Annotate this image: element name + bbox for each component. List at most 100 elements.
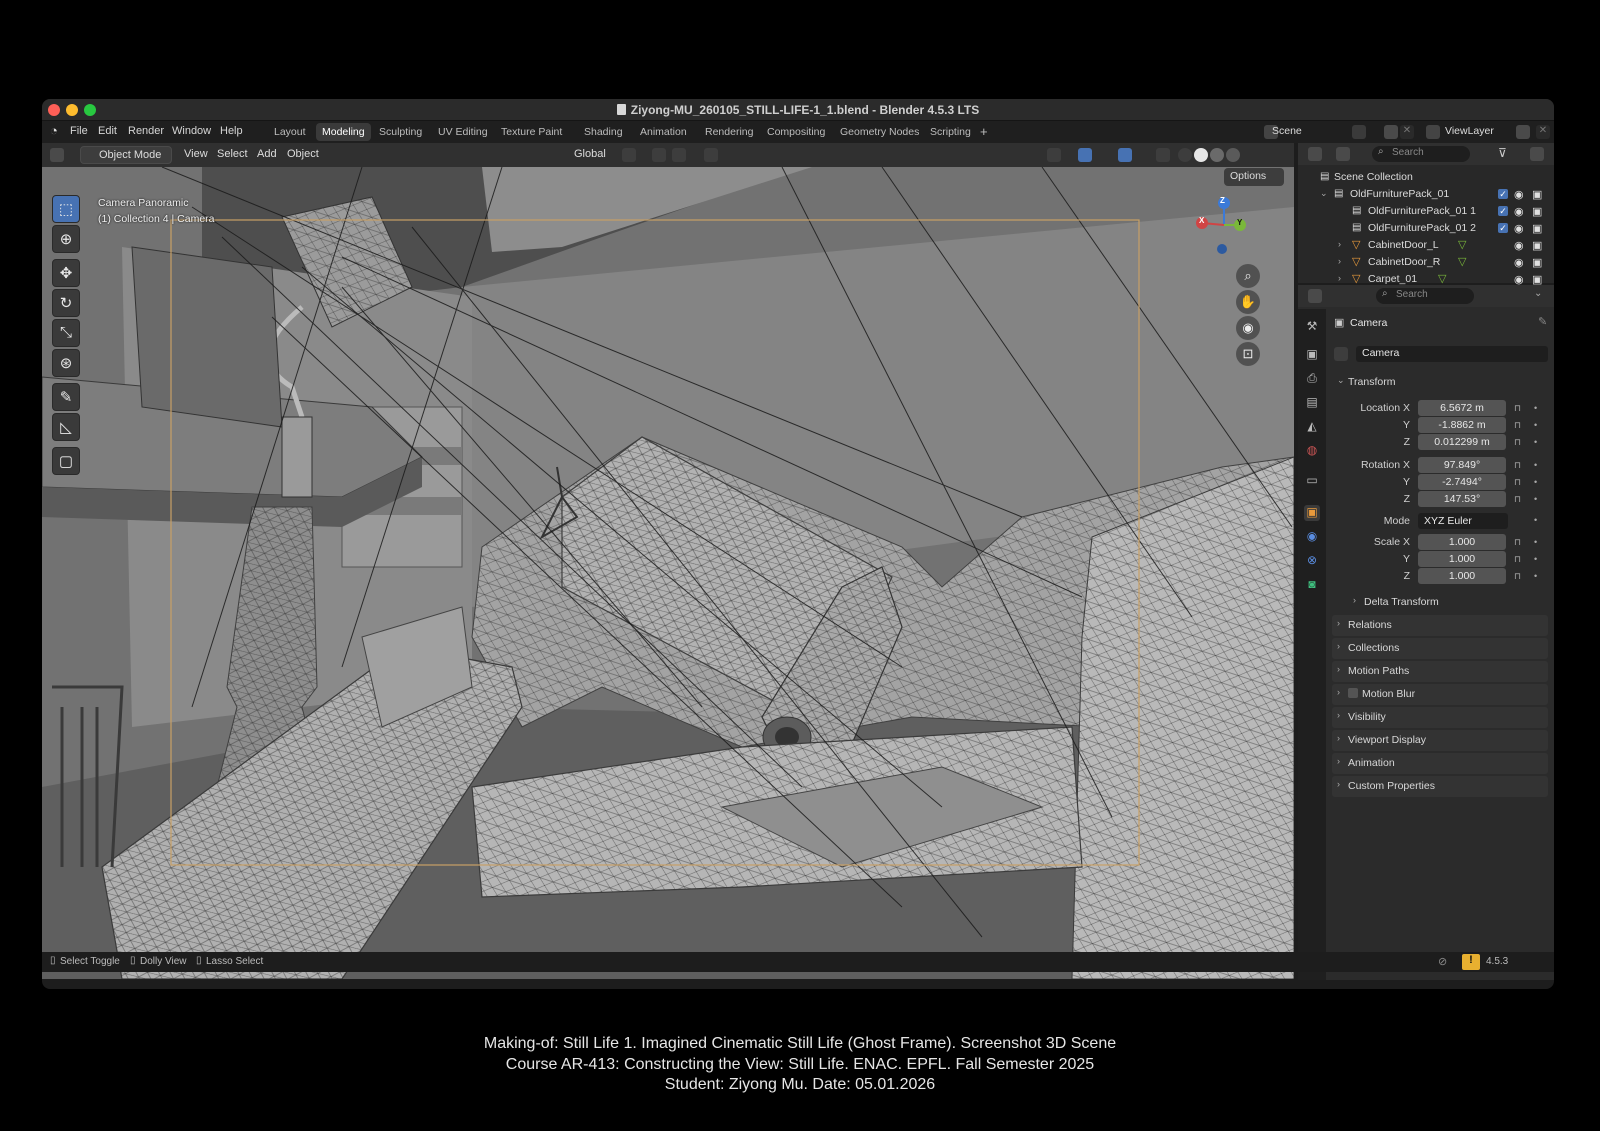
transform-orientation-selector[interactable]: Global: [552, 146, 611, 164]
view-layer-selector[interactable]: ViewLayer: [1440, 123, 1520, 141]
tab-rendering[interactable]: Rendering: [699, 123, 759, 141]
transform-panel-header[interactable]: ⌄ Transform: [1332, 372, 1548, 393]
select-box-tool[interactable]: ⬚: [52, 195, 80, 223]
outliner-row-collection[interactable]: ▤ OldFurniturePack_01 2 ✓ ◉ ▣: [1298, 220, 1554, 237]
material-shading-icon[interactable]: [1210, 148, 1224, 162]
lock-rotation-y-icon[interactable]: ⊓: [1514, 477, 1521, 488]
pivot-point-icon[interactable]: [622, 148, 636, 162]
view-layer-icon[interactable]: [1426, 125, 1440, 139]
motion-blur-checkbox[interactable]: [1348, 688, 1358, 698]
eye-icon[interactable]: ◉: [1514, 222, 1524, 235]
outliner-row-object[interactable]: › ▽ CabinetDoor_L ▽ ◉ ▣: [1298, 237, 1554, 254]
tab-animation[interactable]: Animation: [634, 123, 693, 141]
tab-scripting[interactable]: Scripting: [924, 123, 977, 141]
outliner-row-scene-collection[interactable]: ▤ Scene Collection: [1298, 169, 1554, 186]
rotation-mode-select[interactable]: XYZ Euler: [1418, 513, 1508, 529]
menu-help[interactable]: Help: [220, 125, 243, 137]
overlay-toggle-icon[interactable]: [1118, 148, 1132, 162]
chevron-right-icon[interactable]: ›: [1338, 273, 1341, 283]
display-mode-icon[interactable]: [1336, 147, 1350, 161]
tab-texture-paint[interactable]: Texture Paint: [495, 123, 568, 141]
keyframe-dot-icon[interactable]: •: [1534, 571, 1537, 581]
lock-location-x-icon[interactable]: ⊓: [1514, 403, 1521, 414]
rotation-y-field[interactable]: -2.7494°: [1418, 474, 1506, 490]
rotate-tool[interactable]: ↻: [52, 289, 80, 317]
tab-geometry-nodes[interactable]: Geometry Nodes: [834, 123, 925, 141]
collection-tab-icon[interactable]: ▭: [1304, 473, 1320, 489]
viewport-menu-select[interactable]: Select: [212, 146, 253, 164]
collections-panel[interactable]: › Collections: [1332, 638, 1548, 659]
visibility-panel[interactable]: › Visibility: [1332, 707, 1548, 728]
location-z-field[interactable]: 0.012299 m: [1418, 434, 1506, 450]
new-view-layer-icon[interactable]: [1516, 125, 1530, 139]
animation-panel[interactable]: › Animation: [1332, 753, 1548, 774]
tool-tab-icon[interactable]: ⚒: [1304, 319, 1320, 335]
exclude-checkbox[interactable]: ✓: [1498, 206, 1508, 216]
delete-scene-icon[interactable]: ✕: [1400, 125, 1414, 139]
delete-view-layer-icon[interactable]: ✕: [1536, 125, 1550, 139]
menu-render[interactable]: Render: [128, 125, 164, 137]
rendered-shading-icon[interactable]: [1226, 148, 1240, 162]
render-camera-icon[interactable]: ▣: [1532, 188, 1542, 201]
location-y-field[interactable]: -1.8862 m: [1418, 417, 1506, 433]
chevron-right-icon[interactable]: ›: [1338, 256, 1341, 266]
warning-icon[interactable]: !: [1462, 954, 1480, 970]
tab-sculpting[interactable]: Sculpting: [373, 123, 428, 141]
scene-tab-icon[interactable]: ◭: [1304, 419, 1320, 435]
viewport-menu-object[interactable]: Object: [282, 146, 324, 164]
location-x-field[interactable]: 6.5672 m: [1418, 400, 1506, 416]
rotation-x-field[interactable]: 97.849°: [1418, 457, 1506, 473]
options-dropdown[interactable]: Options: [1224, 168, 1284, 186]
gizmo-toggle-icon[interactable]: [1078, 148, 1092, 162]
outliner-row-collection[interactable]: ▤ OldFurniturePack_01 1 ✓ ◉ ▣: [1298, 203, 1554, 220]
camera-view-icon[interactable]: ◉: [1236, 316, 1260, 340]
physics-tab-icon[interactable]: ◉: [1304, 529, 1320, 545]
scale-z-field[interactable]: 1.000: [1418, 568, 1506, 584]
editor-type-icon[interactable]: [50, 148, 64, 162]
tab-compositing[interactable]: Compositing: [761, 123, 831, 141]
rotation-z-field[interactable]: 147.53°: [1418, 491, 1506, 507]
move-tool[interactable]: ✥: [52, 259, 80, 287]
proportional-editing-icon[interactable]: [704, 148, 718, 162]
object-name-field[interactable]: Camera: [1356, 346, 1548, 362]
tab-uv-editing[interactable]: UV Editing: [432, 123, 494, 141]
eye-icon[interactable]: ◉: [1514, 188, 1524, 201]
pin-icon[interactable]: [1352, 125, 1366, 139]
navigation-gizmo[interactable]: Z X Y: [1194, 195, 1254, 255]
new-scene-icon[interactable]: [1384, 125, 1398, 139]
menu-window[interactable]: Window: [172, 125, 211, 137]
scene-selector[interactable]: Scene: [1264, 123, 1384, 141]
keyframe-dot-icon[interactable]: •: [1534, 515, 1537, 525]
eye-icon[interactable]: ◉: [1514, 205, 1524, 218]
chevron-right-icon[interactable]: ›: [1338, 239, 1341, 249]
keyframe-dot-icon[interactable]: •: [1534, 403, 1537, 413]
custom-properties-panel[interactable]: › Custom Properties: [1332, 776, 1548, 797]
lock-scale-y-icon[interactable]: ⊓: [1514, 554, 1521, 565]
blender-logo-icon[interactable]: ◔: [50, 123, 58, 138]
pin-icon[interactable]: ✎: [1538, 315, 1547, 328]
tab-shading[interactable]: Shading: [578, 123, 629, 141]
viewport-menu-add[interactable]: Add: [252, 146, 282, 164]
tab-layout[interactable]: Layout: [268, 123, 312, 141]
menu-file[interactable]: File: [70, 125, 88, 137]
keyframe-dot-icon[interactable]: •: [1534, 420, 1537, 430]
chevron-down-icon[interactable]: ⌄: [1320, 188, 1328, 199]
motion-paths-panel[interactable]: › Motion Paths: [1332, 661, 1548, 682]
render-camera-icon[interactable]: ▣: [1532, 256, 1542, 269]
outliner-editor-type-icon[interactable]: [1308, 147, 1322, 161]
mode-selector[interactable]: Object Mode: [80, 146, 172, 164]
filter-icon[interactable]: ⊽: [1498, 146, 1507, 160]
snap-target-icon[interactable]: [672, 148, 686, 162]
3d-viewport[interactable]: Camera Panoramic (1) Collection 4 | Came…: [42, 167, 1294, 979]
annotate-tool[interactable]: ✎: [52, 383, 80, 411]
outliner-search-input[interactable]: Search: [1372, 146, 1470, 162]
keyframe-dot-icon[interactable]: •: [1534, 537, 1537, 547]
snap-icon[interactable]: [652, 148, 666, 162]
pan-hand-icon[interactable]: ✋: [1236, 290, 1260, 314]
render-camera-icon[interactable]: ▣: [1532, 222, 1542, 235]
lock-scale-x-icon[interactable]: ⊓: [1514, 537, 1521, 548]
eye-icon[interactable]: ◉: [1514, 256, 1524, 269]
camera-data-tab-icon[interactable]: ◙: [1304, 577, 1320, 593]
constraints-tab-icon[interactable]: ⊗: [1304, 553, 1320, 569]
viewport-display-panel[interactable]: › Viewport Display: [1332, 730, 1548, 751]
